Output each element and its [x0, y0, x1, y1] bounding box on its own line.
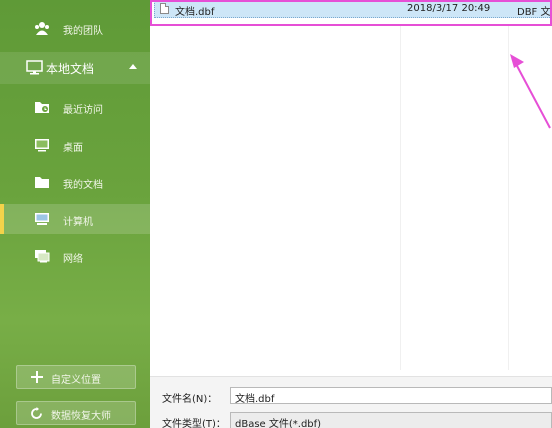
sidebar-item-label: 最近访问 [63, 105, 103, 116]
desktop-icon [35, 139, 49, 152]
monitor-icon [26, 60, 43, 75]
sidebar-item-label: 我的文档 [63, 180, 103, 191]
sidebar-item-computer[interactable]: 计算机 [0, 204, 150, 234]
plus-icon [31, 371, 43, 383]
filetype-label: 文件类型(T)： [162, 419, 226, 428]
sidebar-item-label: 桌面 [63, 143, 83, 154]
network-icon [35, 250, 50, 263]
annotation-arrow [510, 54, 551, 129]
recovery-icon [31, 407, 42, 419]
team-icon [35, 22, 49, 35]
button-label: 数据恢复大师 [51, 411, 111, 422]
sidebar-item-desktop[interactable]: 桌面 [0, 130, 150, 160]
section-title: 本地文档 [46, 62, 95, 76]
filename-input[interactable]: 文档.dbf [230, 387, 552, 405]
sidebar-item-label: 计算机 [63, 217, 93, 228]
file-list-pane[interactable]: 文档.dbf 2018/3/17 20:49 DBF 文件 文件名(N)： 文档… [150, 0, 552, 428]
chevron-up-icon[interactable] [129, 64, 137, 69]
folder-icon [35, 177, 49, 188]
sidebar-item-network[interactable]: 网络 [0, 241, 150, 271]
computer-icon [35, 213, 49, 225]
filename-label: 文件名(N)： [162, 394, 218, 405]
sidebar: 我的团队 本地文档 最近访问 桌面 我的文档 计算机 网络 自定义位置 数据恢复… [0, 0, 150, 428]
button-label: 自定义位置 [51, 375, 101, 386]
column-divider [400, 24, 401, 370]
custom-location-button[interactable]: 自定义位置 [16, 365, 136, 389]
sidebar-section-local-docs[interactable]: 本地文档 [0, 52, 150, 84]
recent-folder-icon [35, 102, 49, 113]
sidebar-item-label: 我的团队 [63, 26, 103, 37]
sidebar-item-label: 网络 [63, 254, 83, 265]
sidebar-item-recent[interactable]: 最近访问 [0, 92, 150, 122]
sidebar-item-my-documents[interactable]: 我的文档 [0, 167, 150, 197]
annotation-highlight-box [150, 0, 552, 26]
data-recovery-button[interactable]: 数据恢复大师 [16, 401, 136, 425]
sidebar-item-my-team[interactable]: 我的团队 [0, 14, 150, 42]
filetype-select[interactable]: dBase 文件(*.dbf) [230, 412, 552, 428]
save-options-bar: 文件名(N)： 文档.dbf 文件类型(T)： dBase 文件(*.dbf) [150, 376, 552, 428]
